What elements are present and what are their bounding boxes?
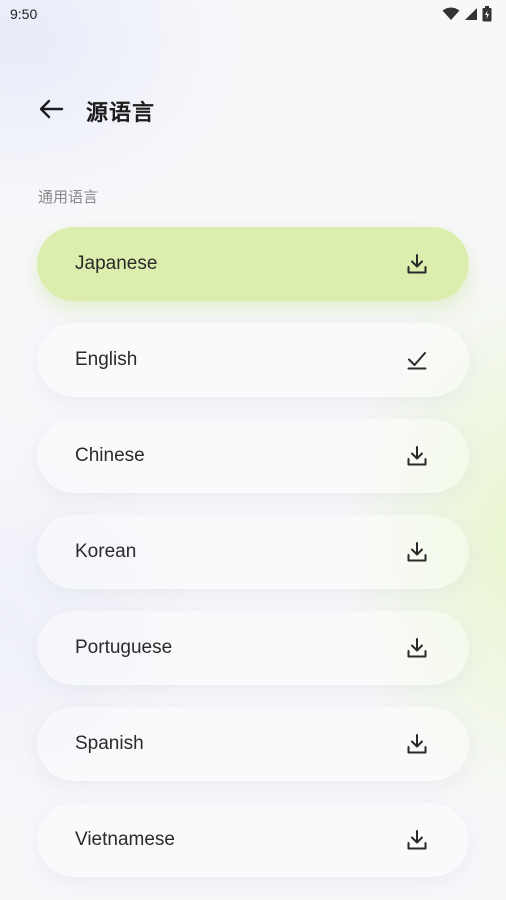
- check-icon: [405, 348, 429, 372]
- page-title: 源语言: [86, 100, 156, 125]
- wifi-icon: [442, 7, 460, 21]
- language-item-japanese[interactable]: Japanese: [37, 227, 469, 301]
- download-icon[interactable]: [405, 444, 429, 468]
- battery-icon: [482, 6, 492, 22]
- download-icon[interactable]: [405, 252, 429, 276]
- section-label: 通用语言: [38, 189, 99, 206]
- status-bar: 9:50: [0, 0, 506, 28]
- language-item-portuguese[interactable]: Portuguese: [37, 611, 469, 685]
- status-time: 9:50: [10, 6, 38, 22]
- language-name: Vietnamese: [75, 829, 175, 850]
- language-name: Portuguese: [75, 637, 173, 658]
- language-item-spanish[interactable]: Spanish: [37, 707, 469, 781]
- language-list: Japanese English Chinese Korean Portugue…: [37, 227, 469, 899]
- language-name: English: [75, 349, 138, 370]
- language-name: Spanish: [75, 733, 144, 754]
- download-icon[interactable]: [405, 540, 429, 564]
- back-button[interactable]: [36, 96, 66, 126]
- language-item-english[interactable]: English: [37, 323, 469, 397]
- download-icon[interactable]: [405, 732, 429, 756]
- download-icon[interactable]: [405, 636, 429, 660]
- language-name: Japanese: [75, 253, 158, 274]
- language-name: Korean: [75, 541, 137, 562]
- status-icons: [442, 6, 492, 22]
- arrow-left-icon: [38, 98, 64, 125]
- signal-icon: [464, 7, 478, 21]
- language-item-chinese[interactable]: Chinese: [37, 419, 469, 493]
- language-item-vietnamese[interactable]: Vietnamese: [37, 803, 469, 877]
- header: 源语言: [36, 88, 470, 134]
- download-icon[interactable]: [405, 828, 429, 852]
- language-item-korean[interactable]: Korean: [37, 515, 469, 589]
- language-name: Chinese: [75, 445, 145, 466]
